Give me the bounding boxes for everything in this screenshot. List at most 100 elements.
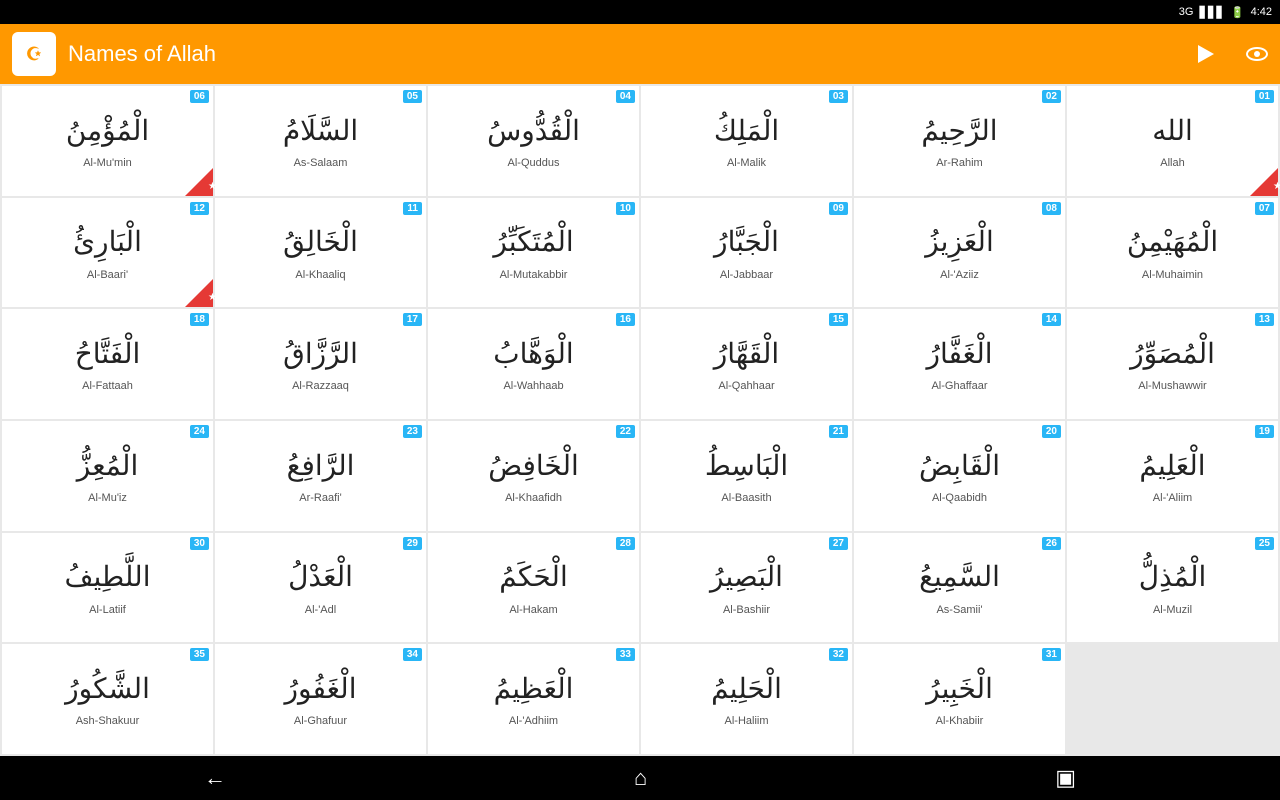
network-indicator: 3G (1179, 6, 1194, 18)
app-bar: ☪ Names of Allah (0, 24, 1280, 84)
latin-text: Al-Khabiir (936, 715, 984, 727)
arabic-text: الرَّافِعُ (287, 448, 355, 484)
name-cell-26[interactable]: 26السَّمِيعُAs-Samii' (854, 533, 1065, 643)
name-cell-35[interactable]: 35الشَّكُورُAsh-Shakuur (2, 644, 213, 754)
latin-text: Al-Baari' (87, 269, 128, 281)
latin-text: Al-Hakam (509, 604, 557, 616)
arabic-text: الْعَظِيمُ (494, 671, 574, 707)
latin-text: Al-Ghafuur (294, 715, 347, 727)
name-cell-02[interactable]: 02الرَّحِيمُAr-Rahim (854, 86, 1065, 196)
name-cell-32[interactable]: 32الْحَلِيمُAl-Haliim (641, 644, 852, 754)
eye-button[interactable] (1246, 47, 1268, 61)
name-cell-28[interactable]: 28الْحَكَمُAl-Hakam (428, 533, 639, 643)
name-cell-15[interactable]: 15الْقَهَّارُAl-Qahhaar (641, 309, 852, 419)
arabic-text: الله (1152, 113, 1193, 149)
latin-text: Al-Ghaffaar (931, 380, 987, 392)
app-title: Names of Allah (68, 41, 1178, 67)
latin-text: Al-Mu'min (83, 157, 132, 169)
arabic-text: الْغَفُورُ (285, 671, 357, 707)
latin-text: Al-Muzil (1153, 604, 1192, 616)
latin-text: As-Salaam (294, 157, 348, 169)
name-cell-13[interactable]: 13الْمُصَوِّرُAl-Mushawwir (1067, 309, 1278, 419)
latin-text: Al-Haliim (725, 715, 769, 727)
back-button[interactable]: ← (204, 765, 226, 791)
name-cell-07[interactable]: 07الْمُهَيْمِنُAl-Muhaimin (1067, 198, 1278, 308)
name-cell-12[interactable]: 12الْبَارِئُAl-Baari' (2, 198, 213, 308)
latin-text: Ash-Shakuur (76, 715, 140, 727)
name-cell-01[interactable]: 01اللهAllah (1067, 86, 1278, 196)
arabic-text: الْقَهَّارُ (714, 336, 779, 372)
arabic-text: الْغَفَّارُ (926, 336, 992, 372)
name-cell-30[interactable]: 30اللَّطِيفُAl-Latiif (2, 533, 213, 643)
home-button[interactable]: ⌂ (634, 765, 647, 791)
latin-text: Al-'Aziiz (940, 269, 979, 281)
arabic-text: الْعَلِيمُ (1139, 448, 1205, 484)
name-cell-31[interactable]: 31الْخَبِيرُAl-Khabiir (854, 644, 1065, 754)
latin-text: Al-Qaabidh (932, 492, 987, 504)
battery-icon: 🔋 (1231, 6, 1245, 19)
arabic-text: الْبَارِئُ (73, 224, 142, 260)
arabic-text: الْفَتَّاحُ (75, 336, 141, 372)
latin-text: Ar-Raafi' (299, 492, 341, 504)
name-cell-20[interactable]: 20الْقَابِضُAl-Qaabidh (854, 421, 1065, 531)
play-button[interactable] (1198, 45, 1214, 63)
arabic-text: اللَّطِيفُ (65, 559, 151, 595)
name-cell-29[interactable]: 29الْعَدْلُAl-'Adl (215, 533, 426, 643)
latin-text: As-Samii' (936, 604, 982, 616)
latin-text: Al-Malik (727, 157, 766, 169)
latin-text: Al-Jabbaar (720, 269, 773, 281)
favorite-badge (185, 168, 213, 196)
arabic-text: الْوَهَّابُ (493, 336, 573, 372)
name-cell-22[interactable]: 22الْخَافِضُAl-Khaafidh (428, 421, 639, 531)
arabic-text: الْمُعِزُّ (77, 448, 138, 484)
name-cell-23[interactable]: 23الرَّافِعُAr-Raafi' (215, 421, 426, 531)
latin-text: Al-Bashiir (723, 604, 770, 616)
name-cell-09[interactable]: 09الْجَبَّارُAl-Jabbaar (641, 198, 852, 308)
latin-text: Ar-Rahim (936, 157, 982, 169)
arabic-text: الْخَالِقُ (283, 224, 358, 260)
status-bar: 3G ▋▋▋ 🔋 4:42 (0, 0, 1280, 24)
latin-text: Al-Razzaaq (292, 380, 349, 392)
name-cell-10[interactable]: 10الْمُتَكَبِّرُAl-Mutakabbir (428, 198, 639, 308)
latin-text: Al-Khaafidh (505, 492, 562, 504)
arabic-text: الْخَبِيرُ (926, 671, 993, 707)
latin-text: Al-Muhaimin (1142, 269, 1203, 281)
latin-text: Al-Latiif (89, 604, 126, 616)
latin-text: Al-Fattaah (82, 380, 133, 392)
latin-text: Al-Khaaliq (295, 269, 345, 281)
arabic-text: الْمَلِكُ (714, 113, 779, 149)
name-cell-18[interactable]: 18الْفَتَّاحُAl-Fattaah (2, 309, 213, 419)
name-cell-03[interactable]: 03الْمَلِكُAl-Malik (641, 86, 852, 196)
favorite-badge (1250, 168, 1278, 196)
arabic-text: الْخَافِضُ (488, 448, 579, 484)
signal-icon: ▋▋▋ (1199, 6, 1224, 19)
latin-text: Al-Mu'iz (88, 492, 127, 504)
name-cell-04[interactable]: 04الْقُدُّوسُAl-Quddus (428, 86, 639, 196)
arabic-text: الْبَاسِطُ (705, 448, 788, 484)
name-cell-08[interactable]: 08الْعَزِيزُAl-'Aziiz (854, 198, 1065, 308)
latin-text: Al-Baasith (721, 492, 771, 504)
arabic-text: الْمُصَوِّرُ (1130, 336, 1215, 372)
names-grid: 06الْمُؤْمِنُAl-Mu'min05السَّلَامُAs-Sal… (0, 84, 1280, 756)
arabic-text: السَّلَامُ (283, 113, 358, 149)
name-cell-16[interactable]: 16الْوَهَّابُAl-Wahhaab (428, 309, 639, 419)
name-cell-14[interactable]: 14الْغَفَّارُAl-Ghaffaar (854, 309, 1065, 419)
name-cell-33[interactable]: 33الْعَظِيمُAl-'Adhiim (428, 644, 639, 754)
name-cell-06[interactable]: 06الْمُؤْمِنُAl-Mu'min (2, 86, 213, 196)
latin-text: Al-Quddus (508, 157, 560, 169)
name-cell-21[interactable]: 21الْبَاسِطُAl-Baasith (641, 421, 852, 531)
name-cell-05[interactable]: 05السَّلَامُAs-Salaam (215, 86, 426, 196)
latin-text: Al-Wahhaab (503, 380, 563, 392)
name-cell-27[interactable]: 27الْبَصِيرُAl-Bashiir (641, 533, 852, 643)
name-cell-11[interactable]: 11الْخَالِقُAl-Khaaliq (215, 198, 426, 308)
arabic-text: الْقَابِضُ (919, 448, 1000, 484)
name-cell-17[interactable]: 17الرَّزَّاقُAl-Razzaaq (215, 309, 426, 419)
recents-button[interactable]: ▣ (1055, 765, 1076, 791)
name-cell-19[interactable]: 19الْعَلِيمُAl-'Aliim (1067, 421, 1278, 531)
latin-text: Al-Mutakabbir (500, 269, 568, 281)
name-cell-24[interactable]: 24الْمُعِزُّAl-Mu'iz (2, 421, 213, 531)
arabic-text: الْجَبَّارُ (714, 224, 779, 260)
arabic-text: الْمُذِلُّ (1139, 559, 1207, 595)
name-cell-25[interactable]: 25الْمُذِلُّAl-Muzil (1067, 533, 1278, 643)
name-cell-34[interactable]: 34الْغَفُورُAl-Ghafuur (215, 644, 426, 754)
